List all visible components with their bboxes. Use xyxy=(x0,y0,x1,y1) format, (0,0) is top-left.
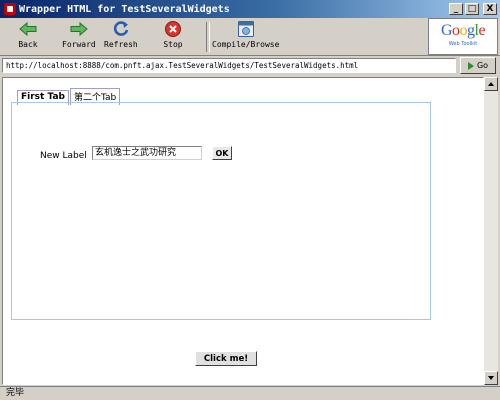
toolbar-separator xyxy=(206,22,210,52)
stop-label: Stop xyxy=(163,40,183,49)
compile-browse-icon xyxy=(236,20,256,38)
gwt-logo: Google Web Toolkit xyxy=(428,18,498,55)
forward-arrow-icon xyxy=(69,20,89,38)
scroll-down-icon xyxy=(488,376,494,380)
compile-browse-button[interactable]: Compile/Browse xyxy=(212,20,279,54)
url-field[interactable]: http://localhost:8888/com.pnft.ajax.Test… xyxy=(2,58,456,73)
logo-word: Google xyxy=(440,22,486,39)
tab-panel: New Label 玄机逸士之武功研究 OK xyxy=(11,102,431,320)
compile-browse-label: Compile/Browse xyxy=(212,40,280,49)
window-title: Wrapper HTML for TestSeveralWidgets xyxy=(19,3,230,15)
close-button[interactable]: X xyxy=(483,3,497,15)
back-arrow-icon xyxy=(18,20,38,38)
stop-icon xyxy=(163,20,183,38)
go-label: Go xyxy=(476,61,489,70)
browser-window: Wrapper HTML for TestSeveralWidgets _ □ … xyxy=(0,0,500,400)
click-me-button[interactable]: Click me! xyxy=(195,351,257,366)
back-label: Back xyxy=(18,40,38,49)
toolbar: Back Forward Refresh Stop Compile/Browse… xyxy=(0,18,500,56)
new-label: New Label xyxy=(40,151,87,161)
page-content: First Tab 第二个Tab New Label 玄机逸士之武功研究 OK … xyxy=(2,77,484,385)
go-button[interactable]: Go xyxy=(460,57,496,74)
status-bar: 完毕 xyxy=(0,386,500,400)
status-text: 完毕 xyxy=(6,388,25,398)
forward-label: Forward xyxy=(62,40,96,49)
address-bar: http://localhost:8888/com.pnft.ajax.Test… xyxy=(0,56,500,76)
scroll-up-icon xyxy=(488,82,494,86)
vertical-scrollbar[interactable] xyxy=(484,77,498,385)
refresh-button[interactable]: Refresh xyxy=(104,20,138,54)
ok-button[interactable]: OK xyxy=(212,146,232,160)
forward-button[interactable]: Forward xyxy=(62,20,96,54)
scroll-down-button[interactable] xyxy=(484,371,498,385)
maximize-button[interactable]: □ xyxy=(465,3,479,15)
logo-subtitle: Web Toolkit xyxy=(448,41,478,47)
go-arrow-icon xyxy=(467,61,474,70)
refresh-icon xyxy=(111,20,131,38)
scroll-up-button[interactable] xyxy=(484,77,498,91)
app-icon xyxy=(4,3,16,15)
back-button[interactable]: Back xyxy=(18,20,38,54)
refresh-label: Refresh xyxy=(104,40,138,49)
minimize-button[interactable]: _ xyxy=(449,3,463,15)
title-bar[interactable]: Wrapper HTML for TestSeveralWidgets _ □ … xyxy=(0,0,500,18)
text-input[interactable]: 玄机逸士之武功研究 xyxy=(92,146,202,160)
stop-button[interactable]: Stop xyxy=(163,20,183,54)
